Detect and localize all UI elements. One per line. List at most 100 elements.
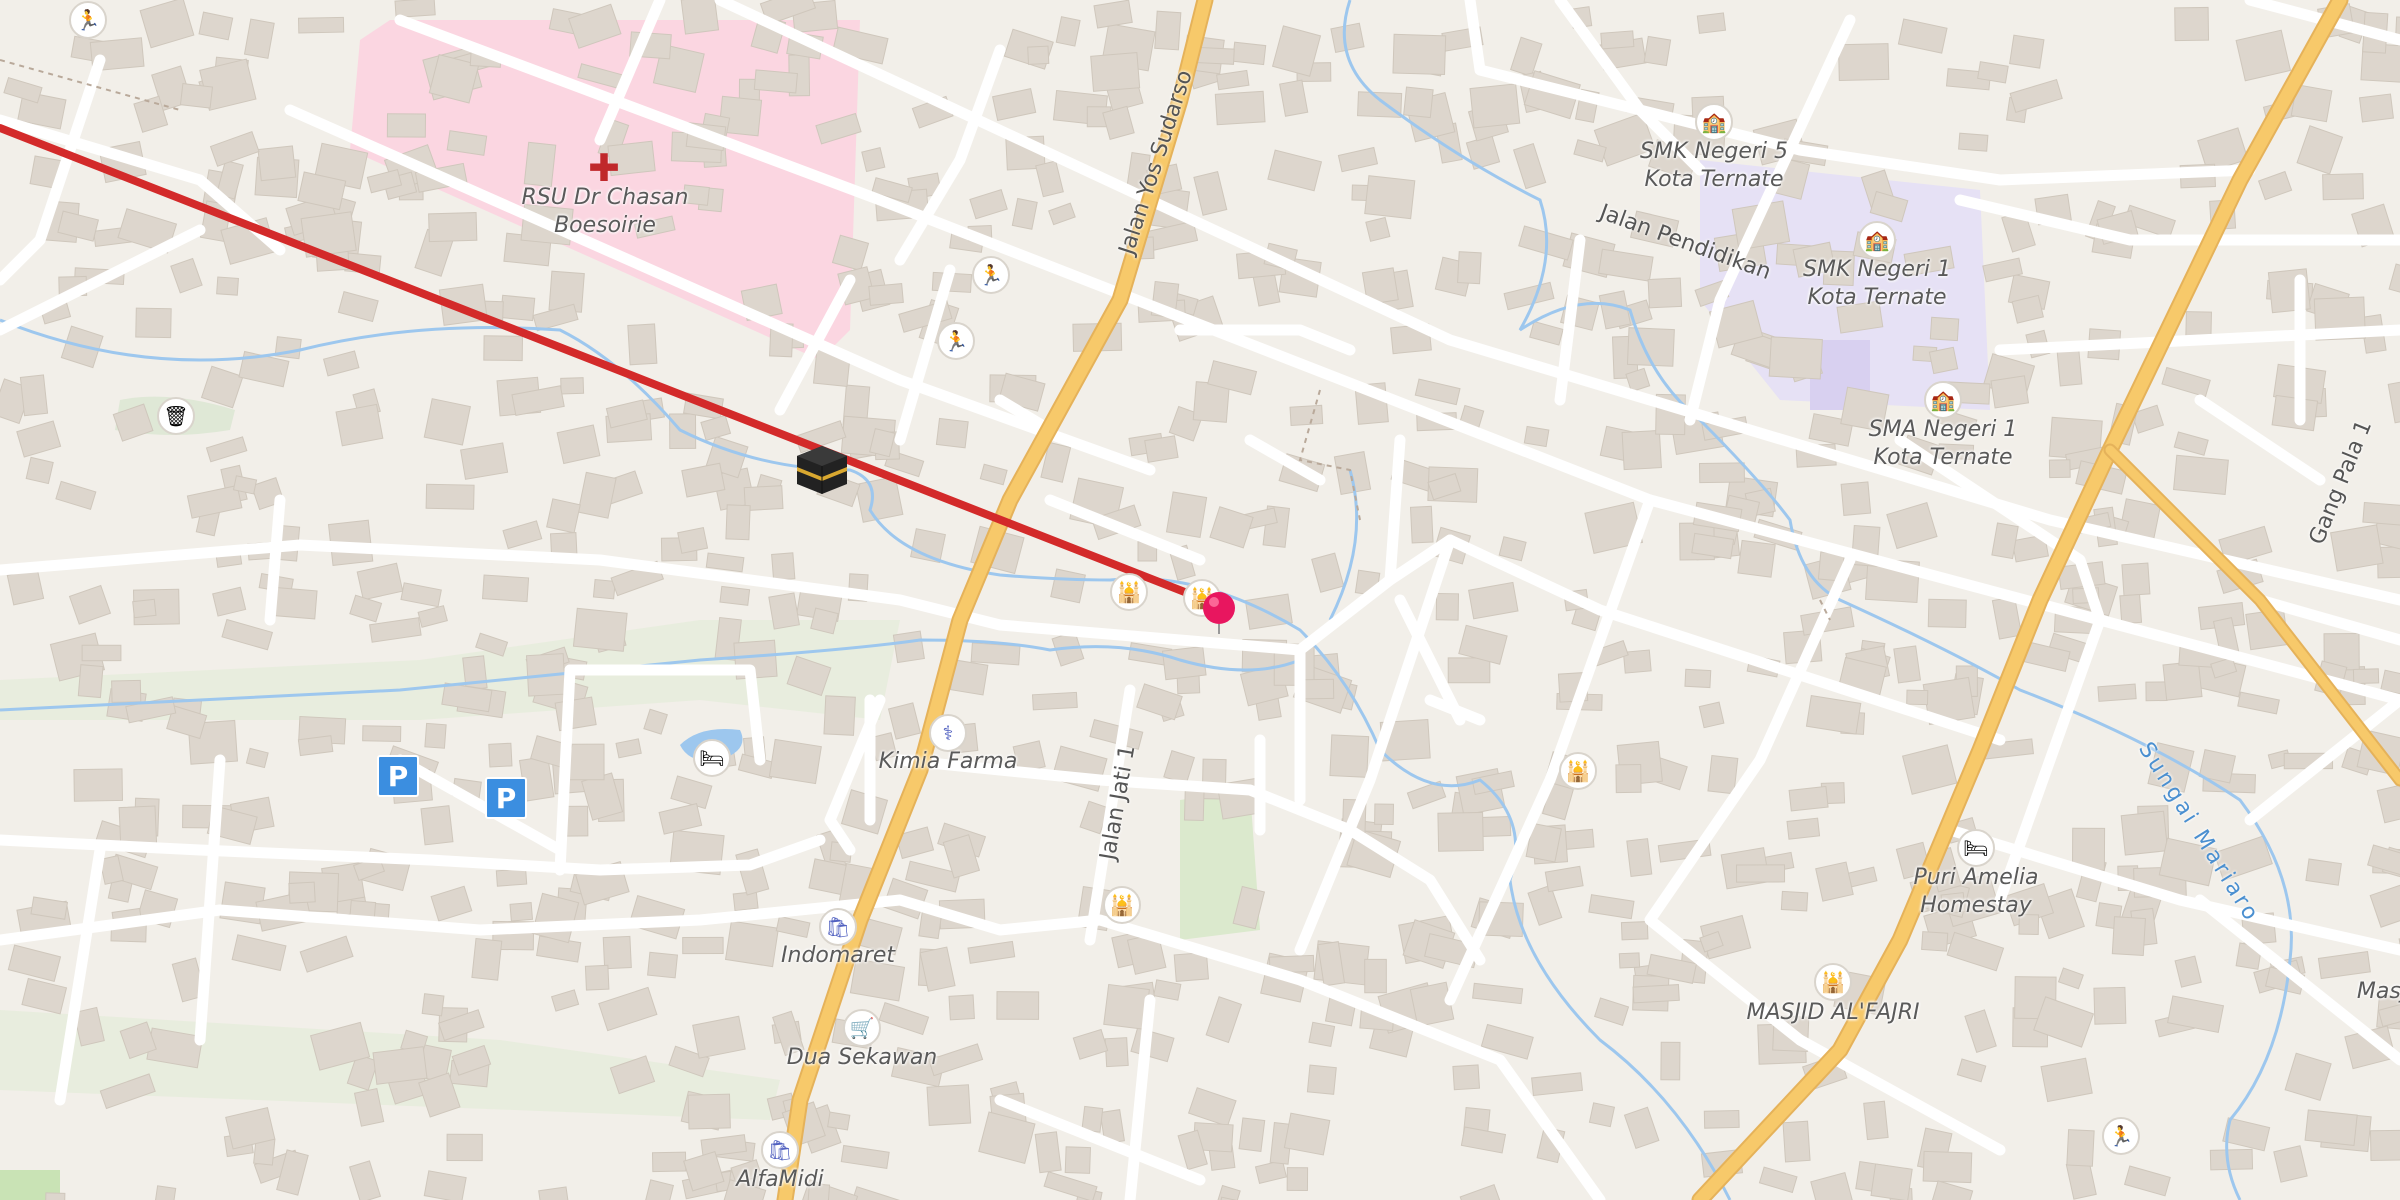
playground-icon[interactable]: 🏃 [69,1,107,39]
building [257,145,297,182]
parking-icon[interactable]: P [485,777,527,819]
building [1153,979,1182,1001]
building [1956,1058,1987,1083]
building [538,1186,571,1200]
building [1643,35,1672,67]
building [2304,1109,2358,1147]
building [1588,1102,1616,1128]
building [139,0,195,49]
building [584,964,610,991]
building [1929,316,1960,342]
building [421,993,445,1017]
map-view[interactable]: Jalan Yos Sudarso Jalan Pendidikan Jalan… [0,0,2400,1200]
building [132,598,157,619]
parking-icon[interactable]: P [377,755,419,797]
waste-basket-icon[interactable]: 🗑 [157,397,195,435]
building [1563,828,1595,850]
building [719,585,751,606]
building [1238,1117,1266,1152]
building [2173,454,2229,495]
building [1698,462,1745,484]
mosque-icon[interactable]: 🕌 [1814,963,1852,1001]
building [823,695,856,736]
playground-icon[interactable]: 🏃 [972,256,1010,294]
building [700,414,732,441]
building [2097,683,2137,702]
building [77,664,104,699]
building [44,1192,66,1200]
building [1437,811,1484,852]
building [1163,749,1195,785]
shop-icon[interactable]: 🛍 [761,1131,799,1169]
hospital-icon[interactable]: ✚ [587,149,621,187]
building [827,1111,851,1131]
building [2376,784,2400,824]
building [446,1133,483,1162]
building [615,738,642,759]
building [1703,1110,1740,1129]
building [2093,986,2127,1025]
building [887,702,922,740]
building [1615,764,1642,794]
mosque-icon[interactable]: 🕌 [1110,573,1148,611]
building [21,977,68,1015]
building [243,18,275,59]
building [1593,997,1630,1027]
building [111,679,142,703]
building [209,131,260,167]
school-icon[interactable]: 🏫 [1695,103,1733,141]
building [481,574,530,603]
building [1527,884,1563,926]
building [1840,481,1872,517]
building [231,934,287,972]
hotel-icon[interactable]: 🛏 [693,739,731,777]
building [1469,83,1521,129]
building [577,471,617,519]
building [554,696,597,732]
school-icon[interactable]: 🏫 [1924,381,1962,419]
mosque-icon[interactable]: 🕌 [1103,886,1141,924]
playground-icon[interactable]: 🏃 [2102,1117,2140,1155]
building [1632,984,1680,1004]
mosque-icon[interactable]: 🕌 [1559,752,1597,790]
pharmacy-icon[interactable]: ⚕ [929,714,967,752]
building [1990,375,2030,409]
building [16,420,62,458]
building [2237,691,2280,715]
building [1780,890,1809,912]
hotel-icon[interactable]: 🛏 [1957,829,1995,867]
building [1048,202,1076,226]
building [372,1046,428,1085]
school-icon[interactable]: 🏫 [1858,221,1896,259]
building [768,592,800,630]
building [1531,1072,1584,1097]
shop-icon[interactable]: 🛍 [819,908,857,946]
building [1707,754,1739,795]
building [1735,864,1786,883]
playground-icon[interactable]: 🏃 [937,322,975,360]
building [1357,91,1403,118]
building [1216,69,1250,91]
building [651,1151,687,1173]
building [1623,1106,1660,1150]
building [369,617,422,643]
building [1512,142,1547,190]
cart-icon[interactable]: 🛒 [843,1009,881,1047]
building [2040,1057,2093,1103]
building [1214,90,1266,126]
building [179,83,214,109]
building [502,520,543,550]
building [2123,1165,2171,1197]
building [356,562,404,601]
building [978,1111,1036,1164]
building [335,403,384,447]
building [2388,263,2400,299]
building [1928,346,1959,375]
building [1392,33,1447,76]
building [273,587,318,620]
building [2161,366,2211,398]
building [1588,894,1635,920]
building [948,994,975,1021]
building [627,323,658,366]
building [1498,536,1527,562]
